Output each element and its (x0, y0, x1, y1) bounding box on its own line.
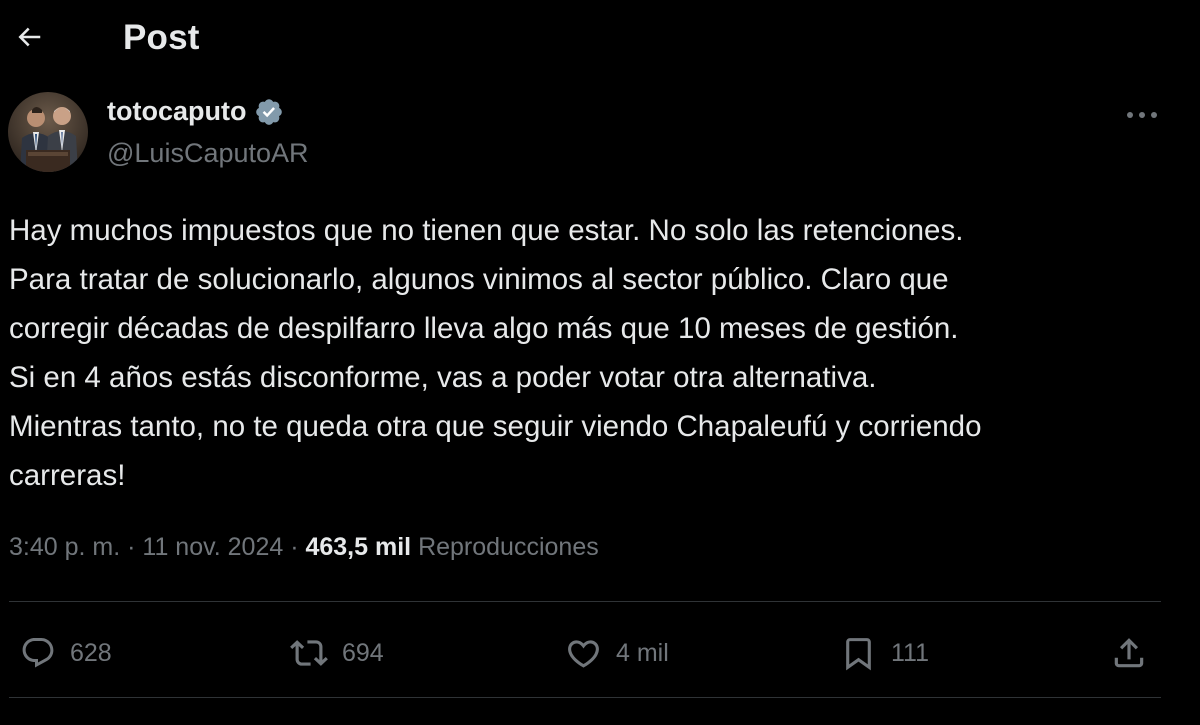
page-title: Post (123, 18, 200, 57)
repost-count: 694 (342, 638, 384, 667)
post-text: Hay muchos impuestos que no tienen que e… (9, 206, 1189, 500)
repost-icon (290, 640, 328, 666)
post-date[interactable]: 11 nov. 2024 (142, 533, 283, 561)
like-count: 4 mil (616, 638, 669, 667)
avatar[interactable] (8, 92, 88, 172)
post-time[interactable]: 3:40 p. m. (9, 533, 120, 561)
divider (9, 601, 1161, 602)
bookmark-icon (846, 637, 871, 670)
more-dots-icon (1127, 112, 1157, 118)
share-button[interactable] (1110, 612, 1148, 694)
divider (9, 697, 1161, 698)
bookmark-button[interactable]: 111 (840, 612, 929, 694)
header-bar: Post (0, 0, 1200, 78)
post-text-line: Para tratar de solucionarlo, algunos vin… (9, 263, 949, 296)
post-text-line: carreras! (9, 459, 126, 492)
user-handle[interactable]: @LuisCaputoAR (107, 138, 309, 169)
meta-separator: · (283, 533, 306, 561)
action-bar: 628 694 4 mil 111 (0, 612, 1200, 694)
like-button[interactable]: 4 mil (565, 612, 669, 694)
post-text-line: corregir décadas de despilfarro lleva al… (9, 312, 959, 345)
meta-separator: · (120, 533, 143, 561)
more-options-button[interactable] (1120, 100, 1164, 130)
display-name[interactable]: totocaputo (107, 96, 246, 127)
author-name-row: totocaputo (107, 96, 284, 127)
bookmark-count: 111 (891, 638, 930, 667)
reply-count: 628 (70, 638, 112, 667)
views-count: 463,5 mil (305, 533, 412, 561)
post-text-line: Hay muchos impuestos que no tienen que e… (9, 214, 964, 247)
post-page: Post totocaputo @LuisCaputoAR Hay muchos… (0, 0, 1200, 725)
back-button[interactable] (10, 18, 48, 56)
verified-badge-icon[interactable] (254, 97, 284, 127)
arrow-left-icon (18, 27, 41, 47)
reply-button[interactable]: 628 (20, 612, 112, 694)
avatar-photo (8, 92, 88, 172)
post-text-line: Mientras tanto, no te queda otra que seg… (9, 410, 982, 443)
post-meta: 3:40 p. m. · 11 nov. 2024 · 463,5 mil Re… (9, 533, 599, 562)
share-icon (1114, 638, 1144, 668)
heart-icon (568, 639, 599, 668)
views-label: Reproducciones (418, 533, 599, 561)
post-text-line: Si en 4 años estás disconforme, vas a po… (9, 361, 877, 394)
repost-button[interactable]: 694 (290, 612, 384, 694)
reply-icon (22, 638, 54, 668)
